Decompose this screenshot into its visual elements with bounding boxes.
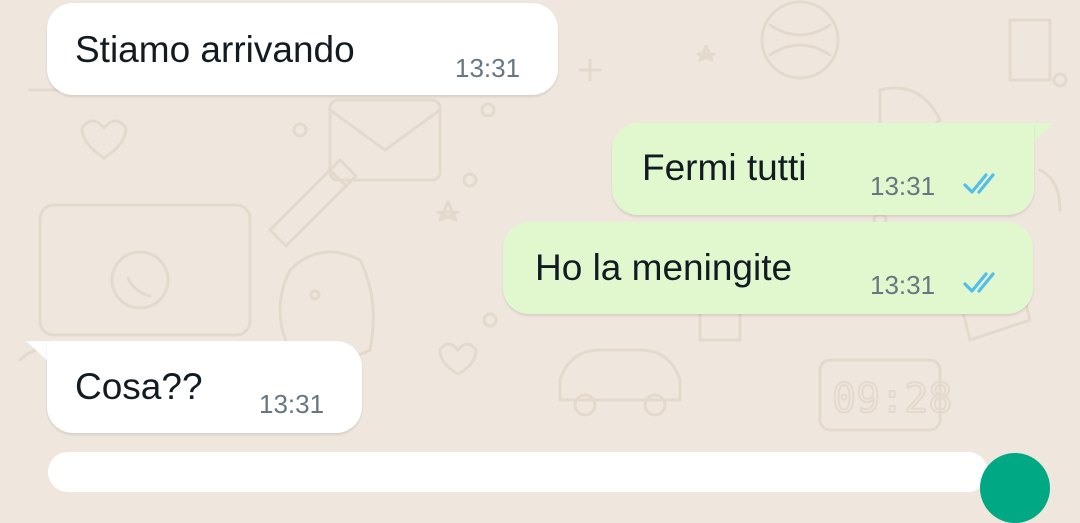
outgoing-message-bubble[interactable]: Fermi tutti 13:31	[612, 123, 1034, 215]
message-text: Cosa??	[75, 366, 203, 407]
outgoing-message-bubble[interactable]: Ho la meningite 13:31	[503, 222, 1033, 314]
double-check-icon	[963, 173, 995, 194]
message-timestamp: 13:31	[870, 270, 936, 300]
double-check-icon	[963, 272, 995, 293]
message-text: Stiamo arrivando	[75, 29, 355, 70]
message-timestamp: 13:31	[870, 171, 936, 201]
message-input-bar[interactable]	[48, 452, 988, 492]
incoming-message-bubble[interactable]: Cosa?? 13:31	[47, 341, 362, 433]
message-text: Ho la meningite	[535, 247, 793, 288]
message-timestamp: 13:31	[455, 53, 521, 83]
incoming-message-bubble[interactable]: Stiamo arrivando 13:31	[47, 3, 558, 95]
message-text: Fermi tutti	[642, 147, 807, 188]
message-timestamp: 13:31	[259, 389, 325, 419]
svg-text:09:28: 09:28	[832, 376, 952, 422]
send-button[interactable]	[980, 453, 1050, 523]
